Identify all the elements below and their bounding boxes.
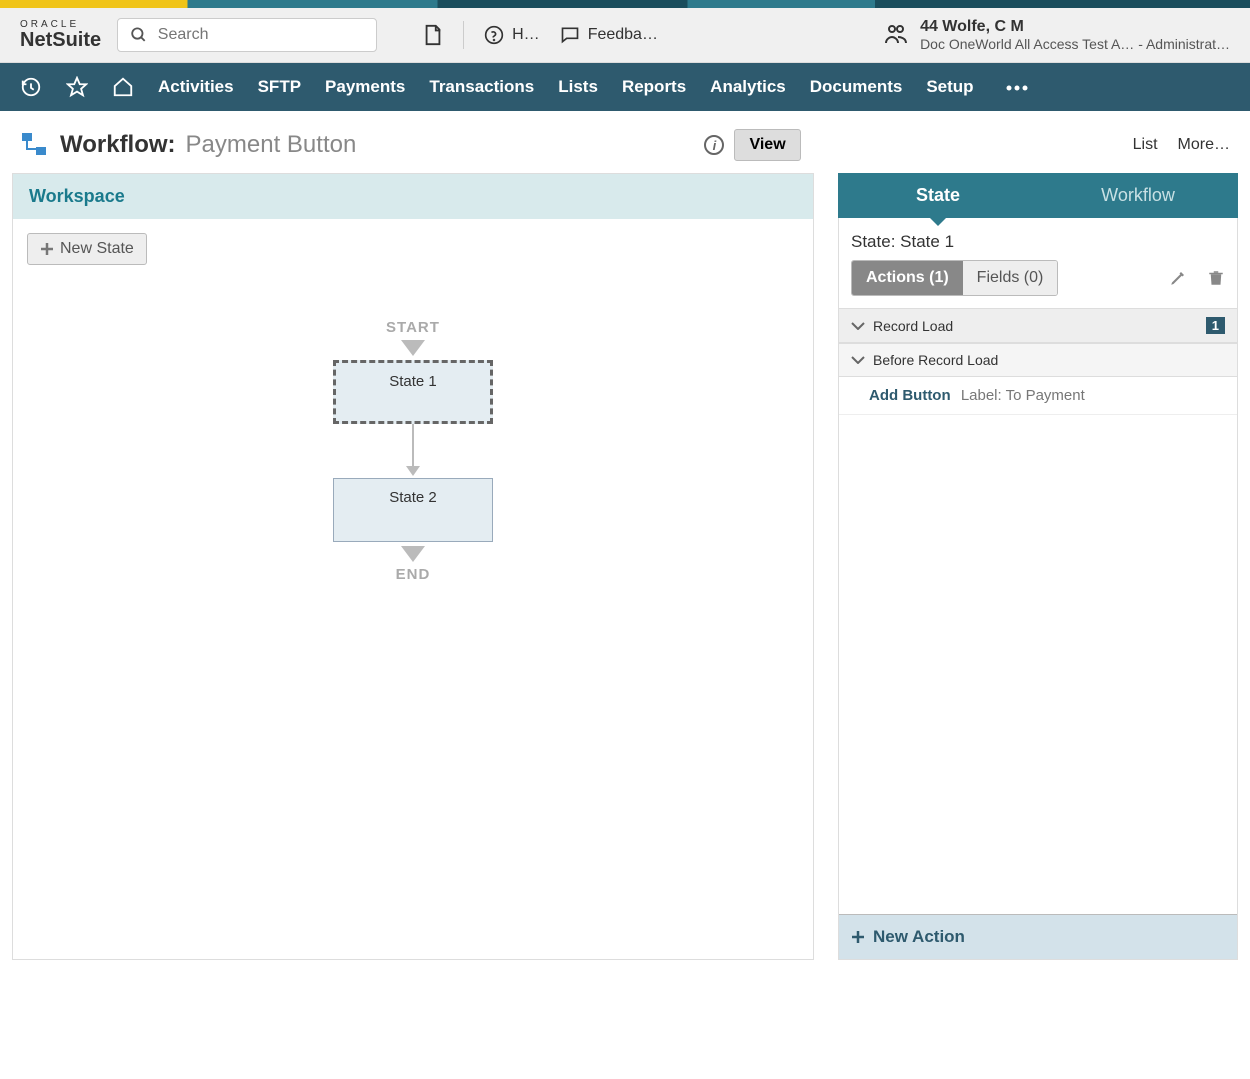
plus-icon <box>40 242 54 256</box>
workspace-canvas[interactable]: New State START State 1 State 2 END <box>13 219 813 959</box>
state-title: State: State 1 <box>839 218 1237 260</box>
nav-transactions[interactable]: Transactions <box>429 77 534 97</box>
state-title-label: State: <box>851 232 895 251</box>
pill-row: Actions (1) Fields (0) <box>839 260 1237 308</box>
state-2-label: State 2 <box>389 489 437 506</box>
home-icon[interactable] <box>112 76 134 98</box>
nav-activities[interactable]: Activities <box>158 77 234 97</box>
side-body: State: State 1 Actions (1) Fields (0) <box>838 218 1238 960</box>
nav-analytics[interactable]: Analytics <box>710 77 786 97</box>
feedback-label: Feedba… <box>588 26 658 44</box>
history-icon[interactable] <box>20 76 42 98</box>
page-title-name: Payment Button <box>186 131 357 159</box>
logo[interactable]: ORACLE NetSuite <box>20 20 101 50</box>
delete-button[interactable] <box>1207 269 1225 287</box>
divider <box>463 21 464 49</box>
chevron-down-icon <box>851 356 865 364</box>
side-panel: State Workflow State: State 1 Actions (1… <box>838 173 1238 960</box>
feedback-btn[interactable]: Feedba… <box>560 25 658 45</box>
user-section[interactable]: 44 Wolfe, C M Doc OneWorld All Access Te… <box>884 18 1230 52</box>
fields-pill[interactable]: Fields (0) <box>963 261 1058 295</box>
chevron-down-icon <box>851 322 865 330</box>
info-icon[interactable]: i <box>704 135 724 155</box>
trigger-label: Before Record Load <box>873 352 998 368</box>
new-action-button[interactable]: New Action <box>839 914 1237 959</box>
workspace-panel: Workspace New State START State 1 State … <box>12 173 814 960</box>
user-text: 44 Wolfe, C M Doc OneWorld All Access Te… <box>920 18 1230 52</box>
nav-sftp[interactable]: SFTP <box>258 77 301 97</box>
nav-lists[interactable]: Lists <box>558 77 598 97</box>
nav-reports[interactable]: Reports <box>622 77 686 97</box>
trigger-count-badge: 1 <box>1206 317 1225 334</box>
document-icon <box>423 24 443 46</box>
pill-group: Actions (1) Fields (0) <box>851 260 1058 296</box>
user-icon <box>884 23 908 47</box>
tab-workflow[interactable]: Workflow <box>1038 173 1238 218</box>
connector-arrow-icon <box>412 424 414 474</box>
more-link[interactable]: More… <box>1178 136 1230 154</box>
search-input[interactable] <box>158 26 364 44</box>
header-icons: H… Feedba… <box>423 21 658 49</box>
side-tabs: State Workflow <box>838 173 1238 218</box>
start-label: START <box>386 319 440 336</box>
end-label: END <box>396 566 431 583</box>
nav-more-icon[interactable] <box>1006 79 1028 95</box>
logo-netsuite: NetSuite <box>20 30 101 50</box>
trigger-record-load[interactable]: Record Load 1 <box>839 308 1237 343</box>
nav-payments[interactable]: Payments <box>325 77 405 97</box>
nav-bar: Activities SFTP Payments Transactions Li… <box>0 63 1250 111</box>
feedback-icon <box>560 25 580 45</box>
workspace-header: Workspace <box>13 174 813 219</box>
plus-icon <box>851 930 865 944</box>
action-name[interactable]: Add Button <box>869 387 951 404</box>
state-1-label: State 1 <box>389 373 437 390</box>
page-title: Workflow: Payment Button <box>60 131 356 159</box>
new-state-button[interactable]: New State <box>27 233 147 265</box>
state-box-1[interactable]: State 1 <box>333 360 493 424</box>
workflow-icon <box>20 131 48 159</box>
start-arrow-icon <box>401 340 425 356</box>
action-row[interactable]: Add Button Label: To Payment <box>839 377 1237 415</box>
list-link[interactable]: List <box>1133 136 1158 154</box>
end-arrow-icon <box>401 546 425 562</box>
action-detail: Label: To Payment <box>961 387 1085 404</box>
search-icon <box>130 25 148 45</box>
actions-pill[interactable]: Actions (1) <box>852 261 963 295</box>
tab-state[interactable]: State <box>838 173 1038 218</box>
state-box-2[interactable]: State 2 <box>333 478 493 542</box>
trash-icon <box>1207 269 1225 287</box>
pencil-icon <box>1169 269 1187 287</box>
document-icon-btn[interactable] <box>423 24 443 46</box>
trigger-before-record-load[interactable]: Before Record Load <box>839 343 1237 377</box>
nav-setup[interactable]: Setup <box>926 77 973 97</box>
trigger-label: Record Load <box>873 318 953 334</box>
edit-button[interactable] <box>1169 269 1187 287</box>
new-state-label: New State <box>60 240 134 258</box>
new-action-label: New Action <box>873 927 965 947</box>
nav-documents[interactable]: Documents <box>810 77 903 97</box>
help-label: H… <box>512 26 540 44</box>
global-header: ORACLE NetSuite H… Feedba… 44 Wolfe, C M… <box>0 8 1250 63</box>
page-title-label: Workflow: <box>60 131 176 159</box>
page-header: Workflow: Payment Button i View List Mor… <box>12 111 1238 173</box>
workflow-diagram: START State 1 State 2 END <box>333 319 493 583</box>
search-box[interactable] <box>117 18 377 52</box>
help-icon <box>484 25 504 45</box>
state-title-name: State 1 <box>900 232 954 251</box>
help-btn[interactable]: H… <box>484 25 540 45</box>
user-name: 44 Wolfe, C M <box>920 18 1230 36</box>
user-sub: Doc OneWorld All Access Test A… - Admini… <box>920 36 1230 52</box>
view-button[interactable]: View <box>734 129 800 161</box>
decorative-stripe <box>0 0 1250 8</box>
star-icon[interactable] <box>66 76 88 98</box>
